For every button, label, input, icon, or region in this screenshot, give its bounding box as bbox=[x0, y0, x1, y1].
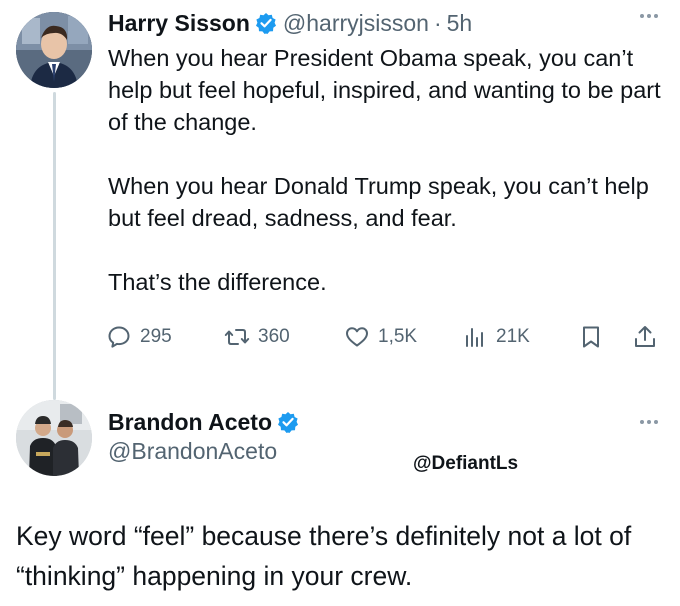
reply-button[interactable]: 295 bbox=[106, 324, 172, 350]
tweet-text: When you hear President Obama speak, you… bbox=[108, 42, 668, 298]
retweet-icon bbox=[224, 329, 250, 345]
avatar-brandon-aceto[interactable] bbox=[16, 400, 92, 476]
like-count: 1,5K bbox=[378, 326, 418, 347]
watermark-handle: @DefiantLs bbox=[413, 453, 519, 474]
more-options-icon[interactable] bbox=[640, 420, 658, 424]
bookmark-icon bbox=[583, 326, 599, 348]
verified-badge-icon bbox=[255, 13, 276, 34]
tweet-action-bar: 295 360 1,5K 21K bbox=[106, 324, 666, 354]
tweet-header: Harry Sisson @harryjsisson · 5h bbox=[108, 8, 472, 38]
share-icon bbox=[635, 326, 655, 347]
avatar-photo bbox=[16, 12, 92, 88]
reply-card-header: Brandon Aceto bbox=[108, 406, 305, 438]
bookmark-button[interactable] bbox=[578, 324, 604, 350]
retweet-count: 360 bbox=[258, 326, 290, 347]
avatar-harry-sisson[interactable] bbox=[16, 12, 92, 88]
verified-badge-icon bbox=[278, 412, 298, 433]
author-name[interactable]: Brandon Aceto bbox=[108, 409, 272, 436]
tweet-timestamp[interactable]: 5h bbox=[447, 10, 473, 37]
like-button[interactable]: 1,5K bbox=[344, 324, 417, 350]
tweet-paragraph: When you hear President Obama speak, you… bbox=[108, 45, 661, 135]
views-chart-icon bbox=[466, 328, 483, 347]
tweet-paragraph: When you hear Donald Trump speak, you ca… bbox=[108, 173, 649, 231]
tweet-paragraph: That’s the difference. bbox=[108, 269, 327, 295]
reply-text: Key word “feel” because there’s definite… bbox=[16, 521, 632, 591]
views-count: 21K bbox=[496, 326, 530, 347]
share-button[interactable] bbox=[632, 324, 658, 350]
author-handle[interactable]: @BrandonAceto bbox=[108, 438, 277, 465]
retweet-button[interactable]: 360 bbox=[224, 324, 290, 350]
reply-count: 295 bbox=[140, 326, 172, 347]
reply-icon bbox=[108, 326, 130, 348]
tweet: Harry Sisson @harryjsisson · 5h When you… bbox=[0, 0, 680, 380]
author-handle[interactable]: @harryjsisson bbox=[283, 10, 429, 37]
more-options-icon[interactable] bbox=[640, 14, 658, 18]
separator-dot: · bbox=[433, 9, 442, 36]
heart-icon bbox=[346, 327, 368, 347]
views-button[interactable]: 21K bbox=[462, 324, 530, 350]
avatar-photo bbox=[16, 400, 92, 476]
author-name[interactable]: Harry Sisson bbox=[108, 10, 250, 37]
